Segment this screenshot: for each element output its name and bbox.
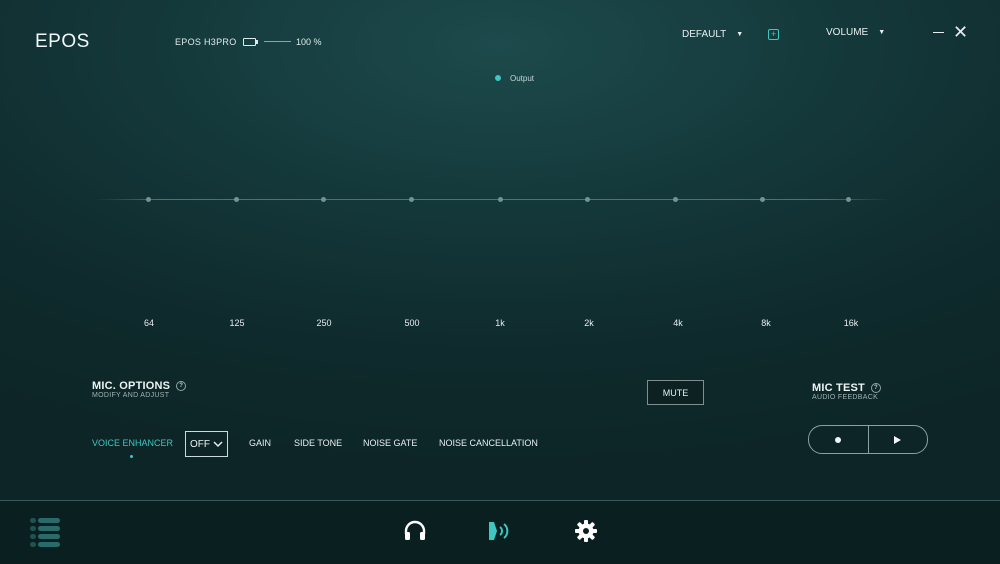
eq-handle-500[interactable]	[409, 197, 414, 202]
play-icon	[894, 435, 902, 444]
record-button[interactable]	[809, 426, 869, 453]
eq-freq-label: 1k	[495, 318, 505, 328]
headphones-icon[interactable]	[403, 519, 427, 543]
mic-options-title: MIC. OPTIONS	[92, 380, 171, 392]
tab-voice-enhancer[interactable]: VOICE ENHANCER	[92, 438, 173, 448]
add-preset-icon[interactable]: +	[768, 29, 779, 40]
eq-handle-16k[interactable]	[846, 197, 851, 202]
tab-side-tone[interactable]: SIDE TONE	[294, 438, 342, 448]
chevron-down-icon	[213, 440, 223, 447]
mic-test-header: MIC TEST? AUDIO FEEDBACK	[812, 382, 881, 401]
legend-label: Output	[510, 74, 535, 83]
battery-level-line	[264, 41, 291, 42]
mute-button[interactable]: MUTE	[647, 380, 704, 405]
caret-down-icon: ▼	[736, 31, 744, 38]
caret-down-icon: ▼	[878, 29, 886, 36]
tab-gain[interactable]: GAIN	[249, 438, 271, 448]
eq-handle-250[interactable]	[321, 197, 326, 202]
volume-dropdown[interactable]: VOLUME ▼	[826, 27, 885, 38]
menu-bars-icon[interactable]	[29, 516, 61, 548]
equalizer-curve	[95, 199, 890, 200]
mic-test-controls	[808, 425, 928, 454]
eq-freq-label: 8k	[761, 318, 771, 328]
mic-test-subtitle: AUDIO FEEDBACK	[812, 394, 879, 401]
active-tab-indicator	[130, 455, 133, 458]
preset-dropdown[interactable]: DEFAULT ▼	[682, 29, 743, 40]
voice-enhancer-value: OFF	[190, 438, 210, 450]
eq-freq-label: 500	[404, 318, 420, 328]
legend-marker	[495, 75, 501, 81]
battery-icon	[243, 38, 258, 46]
battery-percent: 100 %	[296, 37, 322, 47]
eq-freq-label: 125	[229, 318, 245, 328]
microphone-sound-icon[interactable]	[487, 519, 511, 543]
eq-freq-label: 250	[316, 318, 332, 328]
record-icon	[835, 436, 842, 443]
eq-handle-125[interactable]	[234, 197, 239, 202]
mic-test-title: MIC TEST	[812, 382, 865, 394]
eq-handle-1k[interactable]	[498, 197, 503, 202]
close-icon[interactable]: ✕	[953, 23, 968, 41]
voice-enhancer-select[interactable]: OFF	[185, 431, 228, 457]
volume-label: VOLUME	[826, 27, 869, 38]
eq-handle-2k[interactable]	[585, 197, 590, 202]
tab-noise-cancellation[interactable]: NOISE CANCELLATION	[439, 438, 538, 448]
help-icon[interactable]: ?	[176, 381, 187, 392]
eq-freq-label: 4k	[673, 318, 683, 328]
eq-handle-4k[interactable]	[673, 197, 678, 202]
device-name: EPOS H3PRO	[175, 37, 237, 47]
eq-handle-8k[interactable]	[760, 197, 765, 202]
app-logo: EPOS	[35, 31, 90, 52]
eq-handle-64[interactable]	[146, 197, 151, 202]
eq-freq-label: 2k	[584, 318, 594, 328]
play-button[interactable]	[869, 426, 928, 453]
eq-freq-label: 64	[143, 318, 155, 328]
minimize-icon[interactable]	[933, 32, 944, 33]
mic-options-header: MIC. OPTIONS? MODIFY AND ADJUST	[92, 380, 187, 399]
tab-noise-gate[interactable]: NOISE GATE	[363, 438, 417, 448]
help-icon[interactable]: ?	[870, 383, 881, 394]
preset-label: DEFAULT	[682, 29, 727, 40]
gear-icon[interactable]	[574, 519, 598, 543]
eq-freq-label: 16k	[843, 318, 859, 328]
mic-options-subtitle: MODIFY AND ADJUST	[92, 392, 170, 399]
